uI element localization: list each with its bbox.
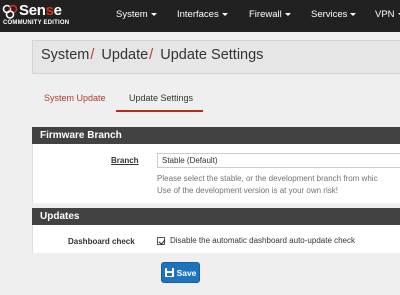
nav-menu-services[interactable]: Services: [311, 0, 357, 32]
top-navbar: Sense COMMUNITY EDITION System Interface…: [0, 0, 400, 32]
breadcrumb-update[interactable]: Update: [101, 47, 148, 63]
dashboard-check-text[interactable]: Disable the automatic dashboard auto-upd…: [170, 236, 355, 245]
dashboard-check-checkbox[interactable]: [157, 237, 165, 245]
caret-down-icon: [350, 12, 357, 16]
breadcrumb-system[interactable]: System: [41, 47, 89, 63]
caret-down-icon: [150, 12, 157, 16]
nav-menu-interfaces[interactable]: Interfaces: [177, 0, 228, 32]
breadcrumb-bar: System/ Update/ Update Settings: [32, 40, 400, 74]
branch-help-text: Please select the stable, or the develop…: [157, 174, 378, 183]
branch-select[interactable]: Stable (Default): [157, 153, 400, 168]
branch-warning-text: Use of the development version is at you…: [157, 186, 338, 195]
active-tab-indicator: [116, 110, 203, 112]
save-button-label: Save: [176, 267, 197, 278]
breadcrumb-separator: /: [149, 47, 154, 63]
breadcrumb-update-settings: Update Settings: [160, 47, 264, 63]
brand-logo[interactable]: Sense COMMUNITY EDITION: [2, 2, 74, 30]
firmware-branch-header: Firmware Branch: [32, 127, 400, 144]
floppy-disk-icon: [164, 268, 174, 277]
breadcrumb-separator: /: [90, 47, 95, 63]
nav-menu-firewall[interactable]: Firewall: [249, 0, 291, 32]
updates-header: Updates: [32, 208, 400, 225]
dashboard-check-label: Dashboard check: [68, 237, 135, 246]
tab-system-update[interactable]: System Update: [44, 93, 106, 103]
tab-update-settings[interactable]: Update Settings: [129, 93, 193, 103]
branch-label: Branch: [111, 156, 139, 165]
logo-icon: [2, 4, 18, 19]
nav-menu-system[interactable]: System: [116, 0, 157, 32]
brand-name: Sense: [19, 2, 62, 19]
save-button[interactable]: Save: [161, 262, 200, 283]
caret-down-icon: [284, 12, 291, 16]
brand-edition: COMMUNITY EDITION: [3, 20, 70, 26]
nav-menu-vpn[interactable]: VPN: [375, 0, 400, 32]
breadcrumb: System/ Update/ Update Settings: [41, 47, 263, 63]
caret-down-icon: [221, 12, 228, 16]
